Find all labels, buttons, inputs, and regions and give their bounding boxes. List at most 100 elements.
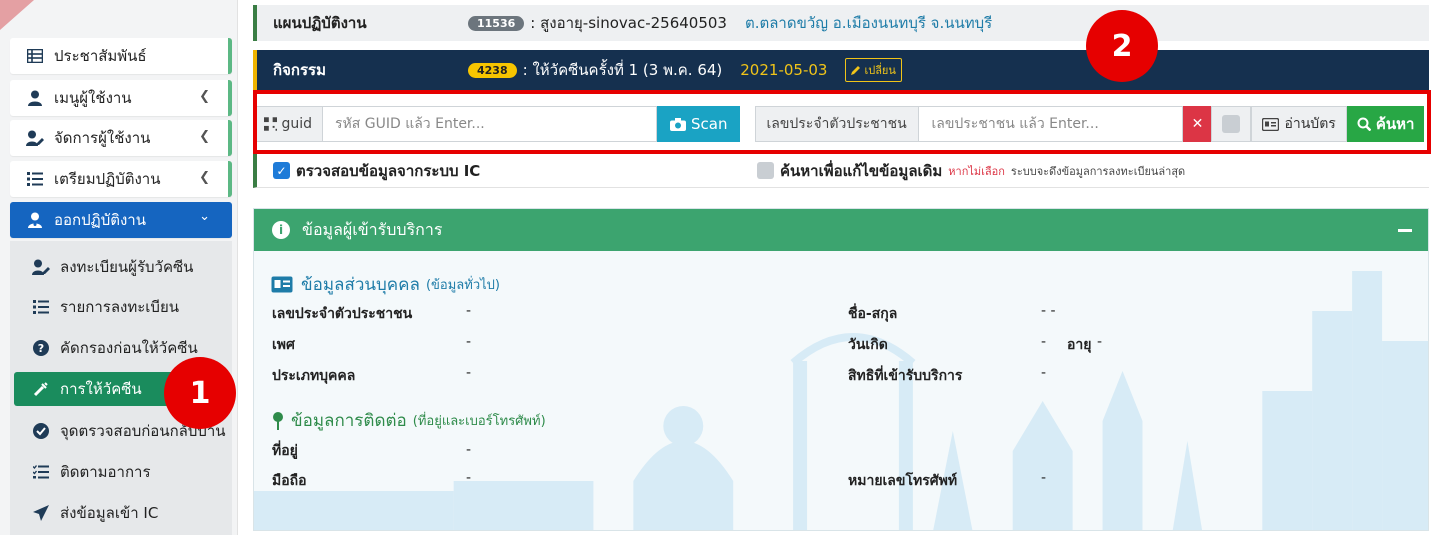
cid-input[interactable]: เลขประชาชน แล้ว Enter... — [919, 106, 1184, 142]
age-field-label: อายุ — [1067, 337, 1092, 353]
map-pin-icon — [273, 411, 283, 430]
chevron-down-icon: ⌄ — [199, 209, 210, 224]
submenu-item-follow-up[interactable]: ติดตามอาการ — [10, 455, 232, 489]
submenu-item-registration-list[interactable]: รายการลงทะเบียน — [10, 290, 232, 324]
search-icon — [1357, 117, 1371, 131]
edit-search-warning: หากไม่เลือก — [948, 164, 1005, 178]
sidebar-item-label: ออกปฏิบัติงาน — [54, 211, 146, 229]
submenu-item-label: ลงทะเบียนผู้รับวัคซีน — [60, 258, 194, 276]
user-edit-icon — [26, 129, 44, 147]
camera-icon — [670, 117, 686, 131]
syringe-icon — [32, 380, 50, 398]
checklist-icon — [32, 463, 50, 481]
edit-search-group: ค้นหาเพื่อแก้ไขข้อมูลเดิม หากไม่เลือก ระ… — [757, 159, 1185, 183]
plan-label: แผนปฏิบัติงาน — [273, 14, 367, 32]
panel-title: ข้อมูลผู้เข้ารับบริการ — [302, 219, 443, 239]
user-icon — [26, 89, 44, 107]
person-type-field-value: - — [466, 365, 472, 381]
edit-search-checkbox[interactable] — [757, 162, 774, 179]
cid-field-label: เลขประจำตัวประชาชน — [272, 306, 413, 322]
sidebar-item-user-menu[interactable]: เมนูผู้ใช้งาน ❮ — [10, 80, 232, 116]
user-edit-icon — [32, 258, 50, 276]
right-field-label: สิทธิที่เข้ารับบริการ — [848, 368, 963, 384]
address-field-value: - — [466, 442, 472, 458]
plan-id-badge: 11536 — [468, 15, 525, 31]
cid-field-value: - — [466, 303, 472, 319]
submenu-item-register[interactable]: ลงทะเบียนผู้รับวัคซีน — [10, 250, 232, 284]
contact-info-label: ข้อมูลการติดต่อ — [291, 411, 407, 431]
sidebar-item-prepare-work[interactable]: เตรียมปฏิบัติงาน ❮ — [10, 161, 232, 197]
question-icon: ? — [32, 339, 50, 357]
submenu-item-label: ติดตามอาการ — [60, 463, 151, 481]
cid-addon: เลขประจำตัวประชาชน — [755, 106, 920, 142]
id-card-icon — [271, 276, 293, 293]
mobile-field-label: มือถือ — [272, 473, 307, 489]
sidebar-item-manage-users[interactable]: จัดการผู้ใช้งาน ❮ — [10, 120, 232, 156]
sidebar-item-announcements[interactable]: ประชาสัมพันธ์ — [10, 38, 232, 74]
submenu-item-label: ส่งข้อมูลเข้า IC — [60, 504, 159, 522]
phone-field-label: หมายเลขโทรศัพท์ — [848, 473, 958, 489]
contact-info-sub: (ที่อยู่และเบอร์โทรศัพท์) — [412, 414, 546, 429]
client-info-panel: i ข้อมูลผู้เข้ารับบริการ ข้อมูลส่วนบุคคล… — [253, 208, 1429, 531]
options-row: ✓ ตรวจสอบข้อมูลจากระบบ IC ค้นหาเพื่อแก้ไ… — [253, 154, 1429, 188]
chevron-left-icon: ❮ — [199, 129, 210, 144]
fullname-field-value: - - — [1041, 303, 1056, 319]
personal-info-label: ข้อมูลส่วนบุคคล — [301, 275, 420, 295]
change-activity-label: เปลี่ยน — [864, 64, 896, 77]
activity-label: กิจกรรม — [273, 61, 326, 79]
personal-info-sub: (ข้อมูลทั่วไป) — [425, 278, 500, 293]
user-md-icon — [26, 211, 44, 229]
phone-field-value: - — [1041, 470, 1047, 486]
submenu-item-send-ic[interactable]: ส่งข้อมูลเข้า IC — [10, 496, 232, 530]
send-icon — [32, 504, 50, 522]
chevron-left-icon: ❮ — [199, 89, 210, 104]
activity-row: กิจกรรม 4238 : ให้วัคซีนครั้งที่ 1 (3 พ.… — [253, 50, 1429, 90]
birthdate-field-value: - — [1041, 334, 1047, 350]
info-icon: i — [272, 221, 290, 239]
collapse-icon[interactable] — [1398, 229, 1412, 232]
activity-id-badge: 4238 — [468, 62, 517, 78]
read-card-button[interactable]: อ่านบัตร — [1251, 106, 1347, 142]
contact-info-title: ข้อมูลการติดต่อ (ที่อยู่และเบอร์โทรศัพท์… — [273, 407, 546, 434]
sidebar-item-label: ประชาสัมพันธ์ — [54, 47, 147, 65]
gender-field-value: - — [466, 334, 472, 350]
scan-button[interactable]: Scan — [657, 106, 741, 142]
guid-input[interactable]: รหัส GUID แล้ว Enter... — [323, 106, 657, 142]
search-button[interactable]: ค้นหา — [1346, 106, 1425, 142]
address-field-label: ที่อยู่ — [272, 443, 298, 459]
list-icon — [32, 298, 50, 316]
svg-text:?: ? — [38, 342, 44, 355]
annotation-badge-1: 1 — [164, 357, 236, 429]
checkbox-icon — [1222, 115, 1241, 133]
read-card-label: อ่านบัตร — [1284, 116, 1336, 132]
mobile-field-value: - — [466, 470, 472, 486]
gender-field-label: เพศ — [272, 337, 295, 353]
check-ic-checkbox[interactable]: ✓ — [273, 162, 290, 179]
check-ic-label: ตรวจสอบข้อมูลจากระบบ IC — [296, 161, 481, 180]
sidebar-item-label: เตรียมปฏิบัติงาน — [54, 170, 161, 188]
edit-search-label: ค้นหาเพื่อแก้ไขข้อมูลเดิม — [780, 161, 943, 180]
age-field-value: - — [1097, 334, 1103, 350]
right-field-value: - — [1041, 365, 1047, 381]
fullname-field-label: ชื่อ-สกุล — [848, 306, 898, 322]
submenu-item-label: คัดกรองก่อนให้วัคซีน — [60, 339, 198, 357]
sidebar: ประชาสัมพันธ์ เมนูผู้ใช้งาน ❮ จัดการผู้ใ… — [0, 0, 238, 535]
birthdate-field-label: วันเกิด — [848, 337, 888, 353]
id-card-icon — [1262, 117, 1280, 131]
edit-search-note: ระบบจะดึงข้อมูลการลงทะเบียนล่าสุด — [1010, 164, 1186, 178]
corner-decoration — [0, 0, 34, 30]
personal-info-title: ข้อมูลส่วนบุคคล (ข้อมูลทั่วไป) — [271, 271, 500, 298]
qrcode-icon — [264, 117, 278, 131]
sidebar-item-field-work[interactable]: ออกปฏิบัติงาน ⌄ — [10, 202, 232, 238]
annotation-badge-2: 2 — [1086, 10, 1158, 82]
plan-row: แผนปฏิบัติงาน 11536 : สูงอายุ-sinovac-25… — [253, 5, 1429, 41]
plan-value: : สูงอายุ-sinovac-25640503 — [530, 14, 727, 32]
check-circle-icon — [32, 422, 50, 440]
guid-addon: guid — [253, 106, 323, 142]
toggle-button[interactable] — [1211, 106, 1252, 142]
clear-button[interactable]: ✕ — [1183, 106, 1212, 142]
change-activity-button[interactable]: เปลี่ยน — [845, 58, 902, 82]
activity-value: : ให้วัคซีนครั้งที่ 1 (3 พ.ค. 64) — [522, 61, 723, 79]
close-icon: ✕ — [1191, 116, 1204, 132]
activity-date: 2021-05-03 — [740, 61, 828, 79]
